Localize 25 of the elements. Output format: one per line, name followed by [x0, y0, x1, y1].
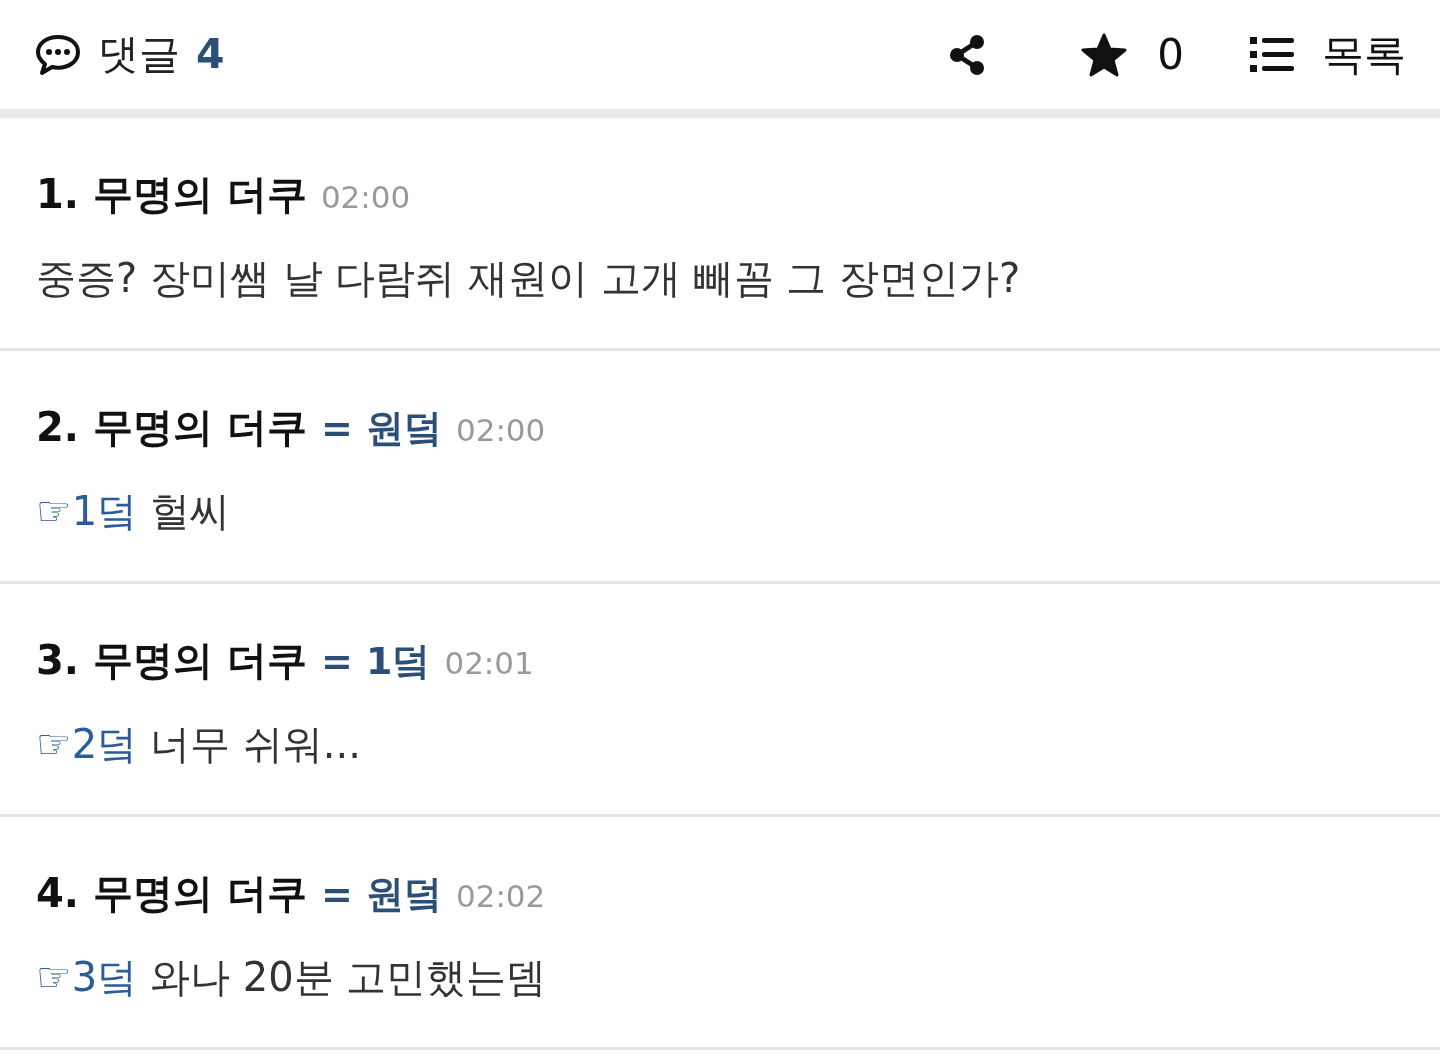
- comment-time: 02:00: [455, 411, 546, 450]
- comment-author: 2. 무명의 더쿠: [36, 403, 307, 452]
- comment-time: 02:01: [444, 644, 534, 683]
- reply-target: = 원덬: [320, 871, 442, 918]
- star-button[interactable]: 0: [1081, 23, 1184, 86]
- comment-text: ☞2덬 너무 쉬워...: [36, 720, 362, 769]
- reply-link[interactable]: ☞2덬: [36, 721, 138, 767]
- comment-text: 중증? 장미쌤 날 다람쥐 재원이 고개 빼꼼 그 장면인가?: [36, 254, 1022, 303]
- comment-text: ☞3덬 와나 20분 고민했는뎀: [36, 953, 548, 1002]
- reply-link[interactable]: ☞3덬: [36, 954, 138, 1000]
- list-icon: [1250, 36, 1294, 73]
- comment-author: 4. 무명의 더쿠: [36, 869, 307, 918]
- reply-target: = 원덬: [320, 405, 442, 452]
- comment-author: 3. 무명의 더쿠: [36, 636, 307, 685]
- comment-time: 02:00: [320, 178, 411, 217]
- star-icon: [1081, 32, 1128, 77]
- speech-bubble-icon: [34, 32, 82, 77]
- reply-target: = 1덬: [320, 638, 431, 685]
- reply-link[interactable]: ☞1덬: [36, 488, 138, 534]
- comments-title: 댓글: [98, 28, 180, 80]
- comment-text: ☞1덬 헐씨: [36, 487, 232, 536]
- comment-author: 1. 무명의 더쿠: [36, 170, 307, 219]
- comment-count: 4: [196, 28, 225, 80]
- list-button[interactable]: 목록: [1250, 23, 1406, 86]
- comment-time: 02:02: [455, 877, 546, 916]
